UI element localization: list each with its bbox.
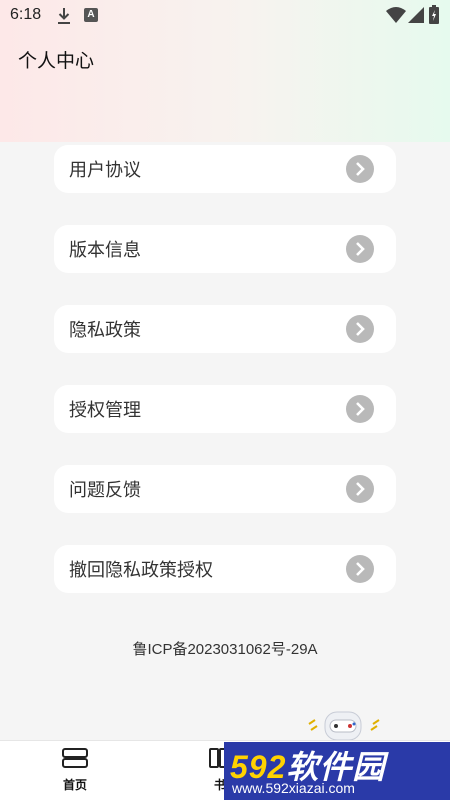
menu-item-label: 授权管理: [69, 400, 141, 420]
battery-icon: [429, 5, 439, 24]
chevron-right-icon: [346, 235, 374, 263]
book-stack-icon: [62, 748, 88, 768]
download-icon: [58, 8, 70, 24]
menu-item-label: 用户协议: [69, 160, 141, 180]
tab-home[interactable]: 首页: [45, 747, 105, 793]
chevron-right-icon: [346, 475, 374, 503]
chevron-right-icon: [346, 155, 374, 183]
menu-item-revoke-privacy-consent[interactable]: 撤回隐私政策授权: [54, 545, 396, 593]
a-badge-icon: A: [84, 8, 98, 22]
icp-record-text: 鲁ICP备2023031062号-29A: [132, 641, 318, 658]
game-controller-robot-icon: [308, 711, 380, 740]
menu-item-label: 问题反馈: [69, 480, 141, 500]
menu-item-permission-management[interactable]: 授权管理: [54, 385, 396, 433]
menu-item-label: 隐私政策: [69, 320, 141, 340]
status-time: 6:18: [10, 6, 42, 23]
chevron-right-icon: [346, 315, 374, 343]
menu-item-label: 撤回隐私政策授权: [69, 560, 213, 580]
signal-icon: [408, 7, 424, 23]
menu-item-label: 版本信息: [69, 240, 141, 260]
wifi-icon: [386, 7, 406, 23]
menu-item-user-agreement[interactable]: 用户协议: [54, 145, 396, 193]
site-watermark: 592软件园 www.592xiazai.com: [224, 742, 450, 800]
tab-label: 首页: [62, 778, 87, 792]
menu-item-feedback[interactable]: 问题反馈: [54, 465, 396, 513]
watermark-url: www.592xiazai.com: [232, 780, 355, 796]
page-title: 个人中心: [18, 51, 95, 72]
status-bar: 6:18 A: [0, 0, 450, 32]
menu-item-privacy-policy[interactable]: 隐私政策: [54, 305, 396, 353]
chevron-right-icon: [346, 395, 374, 423]
menu-item-version-info[interactable]: 版本信息: [54, 225, 396, 273]
chevron-right-icon: [346, 555, 374, 583]
